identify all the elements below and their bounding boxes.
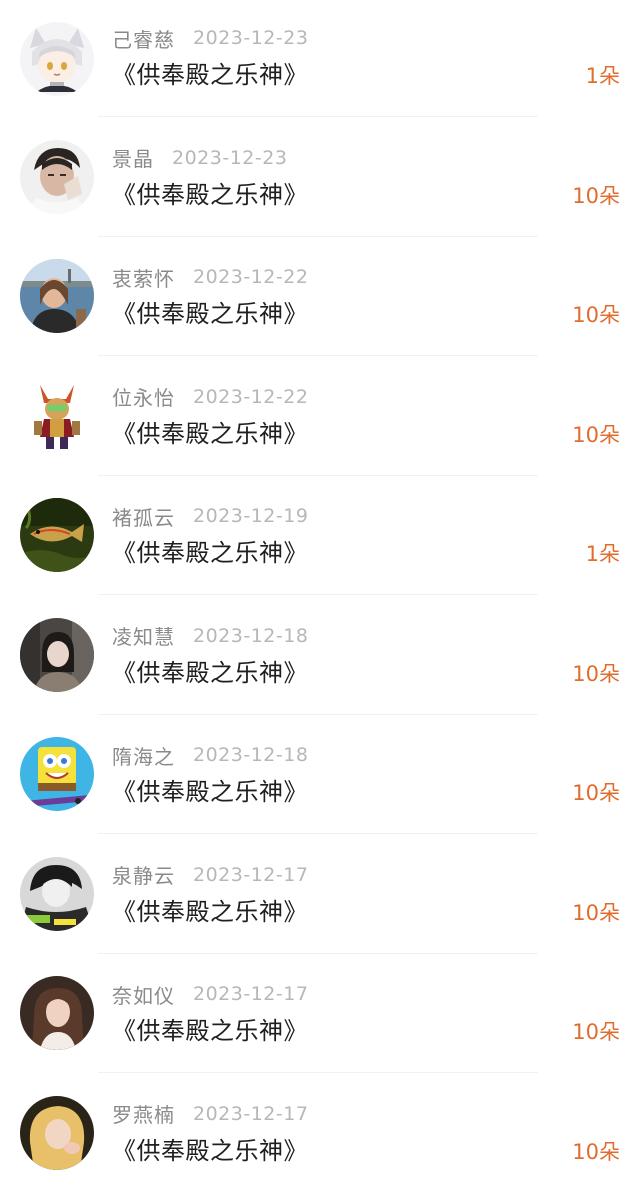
gift-date: 2023-12-19 bbox=[193, 505, 309, 527]
gift-count: 10朵 bbox=[572, 781, 620, 805]
list-item[interactable]: 衷萦怀 2023-12-22 《供奉殿之乐神》 10朵 bbox=[0, 239, 640, 359]
book-title: 《供奉殿之乐神》 bbox=[112, 419, 308, 448]
list-item[interactable]: 凌知慧 2023-12-18 《供奉殿之乐神》 10朵 bbox=[0, 598, 640, 718]
list-item[interactable]: 奈如仪 2023-12-17 《供奉殿之乐神》 10朵 bbox=[0, 956, 640, 1076]
book-title: 《供奉殿之乐神》 bbox=[112, 778, 308, 806]
gift-count: 10朵 bbox=[572, 1139, 620, 1164]
man-portrait-avatar[interactable] bbox=[20, 139, 94, 214]
gift-count: 10朵 bbox=[572, 900, 620, 925]
list-item[interactable]: 位永怡 2023-12-22 《供奉殿之乐神》 10朵 bbox=[0, 359, 640, 479]
user-name[interactable]: 凌知慧 bbox=[112, 621, 175, 650]
gift-date: 2023-12-17 bbox=[193, 1102, 309, 1125]
divider bbox=[98, 833, 538, 834]
gift-count: 10朵 bbox=[572, 422, 620, 447]
divider bbox=[98, 594, 538, 595]
woman-lakeside-avatar[interactable] bbox=[20, 259, 94, 333]
item-meta: 凌知慧 2023-12-18 bbox=[112, 622, 308, 650]
divider bbox=[98, 474, 538, 476]
book-title: 《供奉殿之乐神》 bbox=[112, 180, 308, 209]
gift-date: 2023-12-22 bbox=[193, 266, 309, 288]
divider bbox=[98, 116, 538, 117]
gift-date: 2023-12-17 bbox=[193, 983, 309, 1005]
black-white-portrait-avatar[interactable] bbox=[20, 856, 94, 931]
gift-count: 10朵 bbox=[572, 303, 620, 327]
user-name[interactable]: 罗燕楠 bbox=[112, 1099, 175, 1128]
user-name[interactable]: 位永怡 bbox=[112, 382, 175, 411]
book-title: 《供奉殿之乐神》 bbox=[112, 897, 308, 926]
gift-date: 2023-12-22 bbox=[193, 385, 309, 408]
anime-cat-boy-avatar[interactable] bbox=[20, 22, 94, 96]
gift-date: 2023-12-23 bbox=[193, 27, 309, 49]
list-item[interactable]: 褚孤云 2023-12-19 《供奉殿之乐神》 1朵 bbox=[0, 478, 640, 598]
user-name[interactable]: 衷萦怀 bbox=[112, 263, 175, 292]
gift-date: 2023-12-23 bbox=[172, 146, 288, 169]
item-meta: 位永怡 2023-12-22 bbox=[112, 383, 308, 411]
game-hero-character-avatar[interactable] bbox=[20, 378, 94, 453]
book-title: 《供奉殿之乐神》 bbox=[112, 300, 308, 328]
woman-dark-portrait-avatar[interactable] bbox=[20, 617, 94, 692]
list-item[interactable]: 隋海之 2023-12-18 《供奉殿之乐神》 10朵 bbox=[0, 717, 640, 837]
list-item[interactable]: 己睿慈 2023-12-23 《供奉殿之乐神》 1朵 bbox=[0, 0, 640, 120]
divider bbox=[98, 713, 538, 715]
item-meta: 衷萦怀 2023-12-22 bbox=[112, 263, 308, 291]
blonde-portrait-avatar[interactable] bbox=[20, 1095, 94, 1170]
gift-count: 1朵 bbox=[585, 542, 620, 566]
gift-record-list: 己睿慈 2023-12-23 《供奉殿之乐神》 1朵 景晶 2023-12-23… bbox=[0, 0, 640, 1199]
divider bbox=[98, 355, 538, 356]
user-name[interactable]: 己睿慈 bbox=[112, 24, 175, 53]
user-name[interactable]: 褚孤云 bbox=[112, 502, 175, 531]
user-name[interactable]: 隋海之 bbox=[112, 741, 175, 770]
list-item[interactable]: 泉静云 2023-12-17 《供奉殿之乐神》 10朵 bbox=[0, 837, 640, 957]
gift-count: 10朵 bbox=[572, 661, 620, 686]
gift-date: 2023-12-18 bbox=[193, 744, 309, 766]
gift-count: 10朵 bbox=[572, 1020, 620, 1044]
gift-date: 2023-12-17 bbox=[193, 863, 309, 886]
cartoon-sponge-avatar[interactable] bbox=[20, 737, 94, 811]
item-meta: 奈如仪 2023-12-17 bbox=[112, 980, 308, 1008]
book-title: 《供奉殿之乐神》 bbox=[112, 1136, 308, 1165]
item-meta: 褚孤云 2023-12-19 bbox=[112, 502, 308, 530]
item-meta: 泉静云 2023-12-17 bbox=[112, 861, 308, 889]
item-meta: 景晶 2023-12-23 bbox=[112, 144, 287, 172]
user-name[interactable]: 景晶 bbox=[112, 143, 154, 172]
item-meta: 己睿慈 2023-12-23 bbox=[112, 24, 308, 52]
item-meta: 隋海之 2023-12-18 bbox=[112, 741, 308, 769]
book-title: 《供奉殿之乐神》 bbox=[112, 1017, 308, 1045]
list-item[interactable]: 罗燕楠 2023-12-17 《供奉殿之乐神》 10朵 bbox=[0, 1076, 640, 1196]
user-name[interactable]: 泉静云 bbox=[112, 860, 175, 889]
book-title: 《供奉殿之乐神》 bbox=[112, 61, 308, 89]
book-title: 《供奉殿之乐神》 bbox=[112, 658, 308, 687]
item-meta: 罗燕楠 2023-12-17 bbox=[112, 1100, 308, 1128]
gift-date: 2023-12-18 bbox=[193, 624, 309, 647]
gift-count: 10朵 bbox=[572, 183, 620, 208]
divider bbox=[98, 235, 538, 237]
woman-portrait-avatar[interactable] bbox=[20, 976, 94, 1050]
gift-count: 1朵 bbox=[585, 64, 620, 88]
divider bbox=[98, 952, 538, 954]
user-name[interactable]: 奈如仪 bbox=[112, 980, 175, 1009]
fish-avatar[interactable] bbox=[20, 498, 94, 572]
book-title: 《供奉殿之乐神》 bbox=[112, 539, 308, 567]
list-item[interactable]: 景晶 2023-12-23 《供奉殿之乐神》 10朵 bbox=[0, 120, 640, 240]
divider bbox=[98, 1072, 538, 1073]
